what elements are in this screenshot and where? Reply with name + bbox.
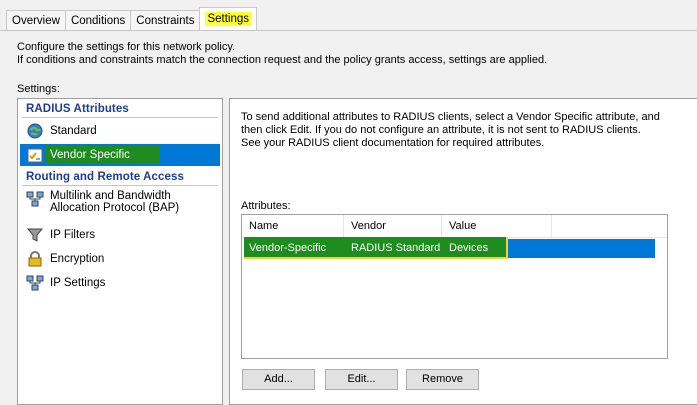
table-row[interactable]: Vendor-Specific RADIUS Standard Devices: [244, 237, 655, 259]
column-header-name[interactable]: Name: [242, 215, 344, 237]
cell-name: Vendor-Specific: [249, 242, 327, 254]
attributes-label: Attributes:: [241, 200, 291, 212]
tab-settings[interactable]: Settings: [199, 7, 258, 30]
column-header-value[interactable]: Value: [442, 215, 552, 237]
nav-item-encryption[interactable]: Encryption: [20, 248, 220, 270]
tab-overview[interactable]: Overview: [6, 10, 66, 30]
column-header-vendor[interactable]: Vendor: [344, 215, 442, 237]
nav-item-standard[interactable]: Standard: [20, 120, 220, 142]
network-icon: [26, 274, 44, 292]
settings-nav-panel: RADIUS Attributes Standard Vendor Specif…: [17, 98, 223, 405]
nav-item-label: Encryption: [50, 253, 105, 265]
settings-label: Settings:: [17, 83, 60, 95]
tab-label: Settings: [205, 12, 252, 26]
nav-item-multilink-bap[interactable]: Multilink and Bandwidth Allocation Protoc…: [20, 190, 220, 220]
tab-divider: [0, 30, 697, 31]
checklist-icon: [26, 146, 44, 164]
globe-icon: [26, 122, 44, 140]
nav-header-radius: RADIUS Attributes: [26, 103, 129, 115]
intro-text: Configure the settings for this network …: [17, 41, 547, 67]
tab-label: Overview: [12, 15, 60, 27]
list-header: Name Vendor Value: [242, 215, 667, 238]
filter-icon: [26, 226, 44, 244]
add-button[interactable]: Add...: [242, 369, 315, 390]
tab-constraints[interactable]: Constraints: [130, 10, 201, 30]
edit-button[interactable]: Edit...: [325, 369, 398, 390]
nav-item-ip-settings[interactable]: IP Settings: [20, 272, 220, 294]
tab-label: Conditions: [70, 15, 126, 27]
nav-divider: [22, 185, 218, 186]
cell-value: Devices: [449, 242, 489, 254]
attributes-list[interactable]: Name Vendor Value Vendor-Specific RADIUS…: [241, 214, 668, 359]
nav-item-label: Vendor Specific: [46, 146, 160, 164]
nav-item-ip-filters[interactable]: IP Filters: [20, 224, 220, 246]
tab-label: Constraints: [136, 15, 195, 27]
description-text: To send additional attributes to RADIUS …: [241, 111, 660, 149]
nav-item-label: IP Settings: [50, 277, 106, 289]
nav-header-routing: Routing and Remote Access: [26, 171, 184, 183]
tab-conditions[interactable]: Conditions: [64, 10, 132, 30]
remove-button[interactable]: Remove: [406, 369, 479, 390]
network-icon: [26, 190, 44, 208]
nav-divider: [22, 117, 218, 118]
nav-item-label: IP Filters: [50, 229, 96, 241]
nav-item-label: Standard: [50, 125, 97, 137]
lock-icon: [26, 250, 44, 268]
cell-vendor: RADIUS Standard: [351, 242, 441, 254]
settings-content-panel: To send additional attributes to RADIUS …: [229, 98, 697, 405]
intro-line-2: If conditions and constraints match the …: [17, 54, 548, 66]
tab-strip: Overview Conditions Constraints Settings: [6, 7, 258, 30]
intro-line-1: Configure the settings for this network …: [17, 41, 236, 53]
nav-item-label: Multilink and Bandwidth Allocation Protoc…: [50, 190, 180, 214]
nav-item-vendor-specific[interactable]: Vendor Specific: [20, 144, 220, 166]
